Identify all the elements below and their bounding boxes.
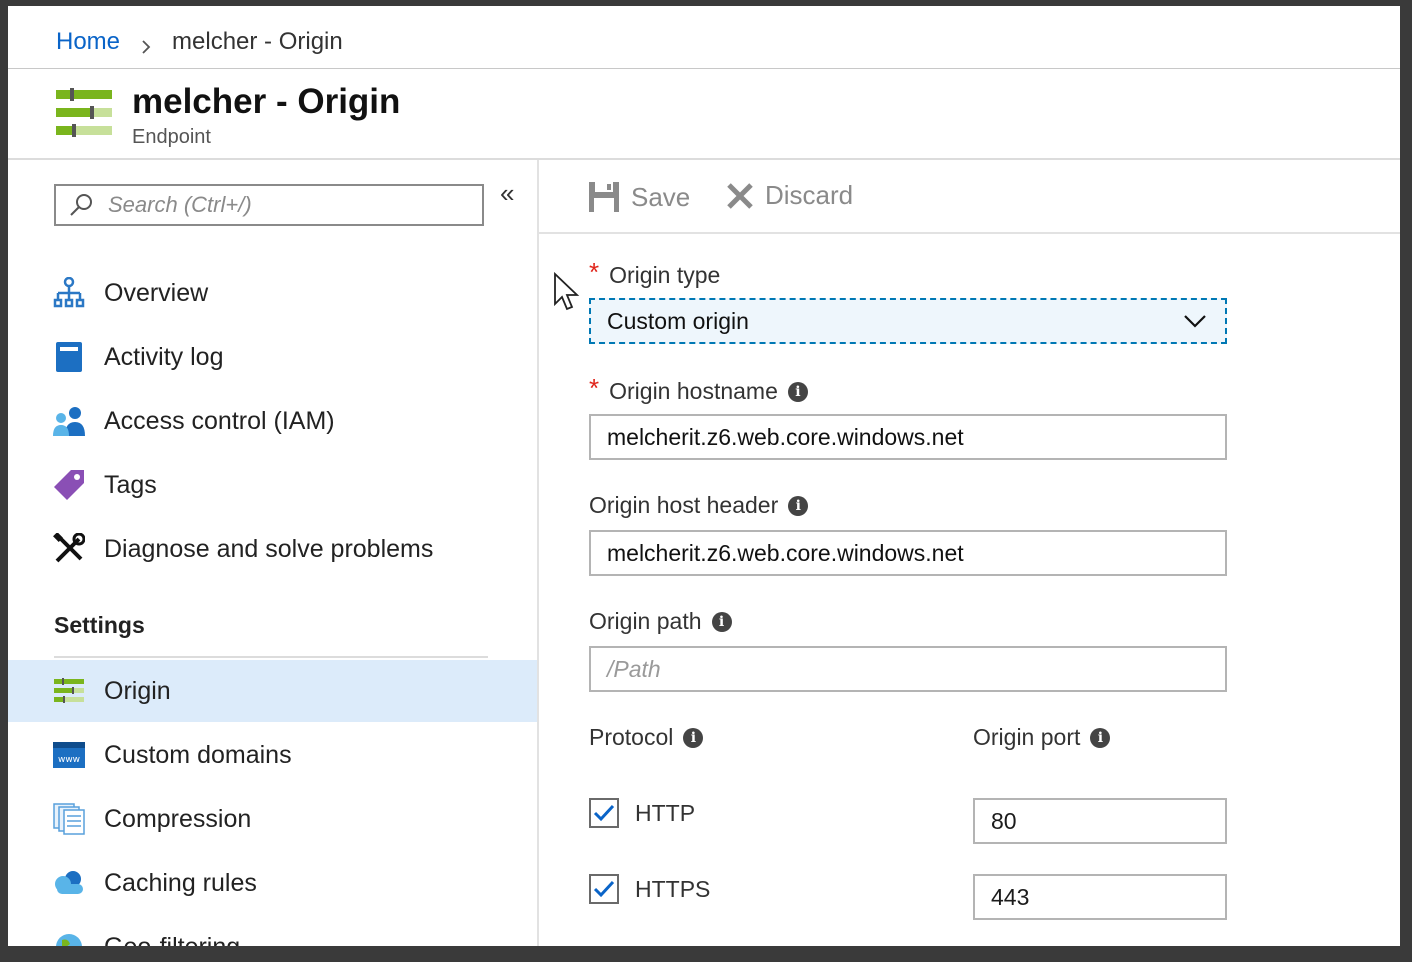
access-control-users-icon (52, 404, 86, 438)
info-icon[interactable]: i (787, 381, 808, 402)
origin-type-label-text: Origin type (609, 262, 721, 288)
sidebar-item-label: Tags (104, 470, 157, 499)
origin-host-header-label: Origin host header i (589, 492, 809, 519)
settings-section-label: Settings (54, 612, 145, 638)
origin-port-label-text: Origin port (973, 724, 1081, 750)
origin-port-label: Origin port i (973, 724, 1111, 751)
http-checkbox-row[interactable]: HTTP (589, 798, 695, 828)
info-icon[interactable]: i (1090, 727, 1111, 748)
sidebar-item-label: Activity log (104, 342, 224, 371)
breadcrumb: Home melcher - Origin (56, 28, 343, 56)
wrench-tools-icon (52, 532, 86, 566)
http-label: HTTP (635, 799, 696, 826)
origin-path-label: Origin path i (589, 608, 732, 635)
chevron-down-icon (1184, 315, 1206, 328)
origin-host-header-input[interactable]: melcherit.z6.web.core.windows.net (589, 530, 1227, 576)
sidebar-item-overview[interactable]: Overview (8, 262, 537, 324)
collapse-sidebar-icon[interactable]: « (500, 178, 514, 209)
mouse-pointer-icon (553, 271, 581, 317)
https-checkbox-row[interactable]: HTTPS (589, 874, 710, 904)
svg-text:www: www (58, 755, 80, 765)
sidebar-item-activity-log[interactable]: Activity log (8, 326, 537, 388)
section-divider (54, 656, 488, 658)
breadcrumb-current: melcher - Origin (172, 28, 343, 55)
cloud-icon (52, 866, 86, 900)
save-icon (589, 182, 619, 212)
required-marker: * (589, 373, 600, 403)
breadcrumb-home-link[interactable]: Home (56, 28, 120, 56)
sidebar: « Overview (8, 160, 539, 946)
sidebar-item-diagnose[interactable]: Diagnose and solve problems (8, 518, 537, 580)
sidebar-item-custom-domains[interactable]: www Custom domains (8, 724, 537, 786)
page-title: melcher - Origin (132, 82, 401, 121)
page-subtitle: Endpoint (132, 126, 211, 148)
discard-button[interactable]: Discard (725, 180, 853, 211)
origin-sliders-icon (56, 88, 112, 143)
www-icon: www (52, 738, 86, 772)
activity-log-book-icon (52, 340, 86, 374)
sidebar-item-label: Origin (104, 676, 171, 705)
search-icon (70, 194, 92, 216)
info-icon[interactable]: i (683, 727, 704, 748)
protocol-label-text: Protocol (589, 724, 674, 750)
http-checkbox[interactable] (589, 798, 619, 828)
command-bar: Save Discard (539, 160, 1400, 234)
protocol-label: Protocol i (589, 724, 704, 751)
origin-type-label: * Origin type (589, 257, 721, 291)
origin-path-input[interactable]: /Path (589, 646, 1227, 692)
tag-icon (52, 468, 86, 502)
http-port-input[interactable]: 80 (973, 798, 1227, 844)
sidebar-item-label: Access control (IAM) (104, 406, 335, 435)
sidebar-item-label: Caching rules (104, 868, 257, 897)
chevron-right-icon (138, 34, 154, 54)
origin-path-placeholder: /Path (607, 655, 661, 682)
sidebar-item-access-control[interactable]: Access control (IAM) (8, 390, 537, 452)
origin-hostname-input[interactable]: melcherit.z6.web.core.windows.net (589, 414, 1227, 460)
sidebar-item-label: Diagnose and solve problems (104, 534, 434, 563)
sidebar-item-label: Custom domains (104, 740, 292, 769)
search-input[interactable] (106, 191, 450, 219)
sidebar-item-origin[interactable]: Origin (8, 660, 537, 722)
http-port-value: 80 (991, 807, 1017, 834)
sidebar-item-label: Compression (104, 804, 252, 833)
sidebar-item-caching-rules[interactable]: Caching rules (8, 852, 537, 914)
globe-icon (52, 930, 86, 946)
discard-label: Discard (765, 180, 854, 210)
sidebar-item-label: Geo-filtering (104, 933, 240, 947)
sidebar-item-label: Overview (104, 278, 209, 307)
origin-hostname-label-text: Origin hostname (609, 378, 778, 404)
sidebar-item-compression[interactable]: Compression (8, 788, 537, 850)
checkmark-icon (593, 880, 615, 898)
sidebar-item-tags[interactable]: Tags (8, 454, 537, 516)
close-icon (727, 182, 753, 209)
overview-hierarchy-icon (52, 276, 86, 310)
compression-files-icon (52, 802, 86, 836)
sidebar-item-geo-filtering[interactable]: Geo-filtering (8, 916, 537, 946)
origin-path-label-text: Origin path (589, 608, 702, 634)
info-icon[interactable]: i (711, 611, 732, 632)
origin-hostname-value: melcherit.z6.web.core.windows.net (607, 423, 964, 450)
info-icon[interactable]: i (788, 495, 809, 516)
origin-host-header-value: melcherit.z6.web.core.windows.net (607, 539, 964, 566)
portal-window: Home melcher - Origin melcher - Origin E… (8, 6, 1400, 946)
required-marker: * (589, 257, 600, 287)
save-button[interactable]: Save (587, 180, 690, 214)
origin-type-value: Custom origin (607, 307, 749, 334)
main-panel: Save Discard * Origin type Custom origin (539, 160, 1400, 946)
header-divider (8, 68, 1400, 69)
https-checkbox[interactable] (589, 874, 619, 904)
origin-host-header-label-text: Origin host header (589, 492, 779, 518)
https-port-input[interactable]: 443 (973, 874, 1227, 920)
origin-type-select[interactable]: Custom origin (589, 298, 1227, 344)
origin-sliders-icon (52, 674, 86, 708)
https-label: HTTPS (635, 875, 711, 902)
origin-hostname-label: * Origin hostname i (589, 373, 808, 407)
checkmark-icon (593, 804, 615, 822)
search-box[interactable] (54, 184, 484, 226)
save-label: Save (631, 181, 691, 212)
https-port-value: 443 (991, 883, 1030, 910)
